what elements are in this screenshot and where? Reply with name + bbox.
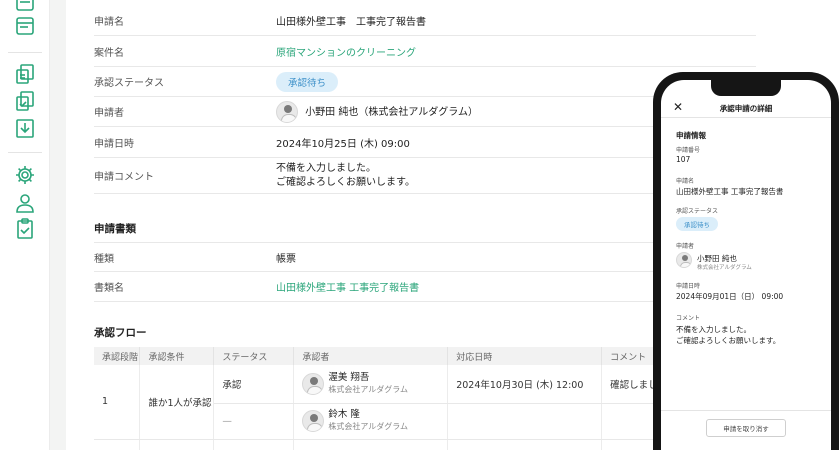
status-badge: 承認待ち	[276, 71, 339, 92]
phone-label: 申請番号	[676, 147, 701, 154]
column-header: ステータス	[213, 347, 295, 365]
table-row	[94, 439, 714, 450]
detail-label: 申請日時	[94, 138, 134, 150]
detail-label: 案件名	[94, 47, 124, 59]
documents-copy-icon[interactable]	[14, 63, 36, 85]
phone-label: コメント	[676, 315, 701, 322]
approver-name: 渥美 翔吾	[328, 371, 370, 383]
phone-label: 承認ステータス	[676, 208, 719, 215]
approver-cell: 渥美 翔吾 株式会社アルダグラム	[293, 365, 449, 404]
download-icon[interactable]	[14, 117, 36, 139]
documents-title: 申請書類	[94, 223, 136, 235]
phone-footer: 申請を取り消す	[661, 410, 831, 450]
application-name: 山田様外壁工事 工事完了報告書	[276, 17, 426, 28]
phone-comment-line: ご確認よろしくお願いします。	[676, 336, 781, 345]
detail-label: 申請コメント	[94, 172, 154, 183]
table-row: 1 誰か1人が承認 承認 渥美 翔吾 株式会社アルダグラム 2024年10月30…	[94, 365, 714, 440]
detail-row-name: 申請名 山田様外壁工事 工事完了報告書	[94, 6, 756, 36]
approver-name: 鈴木 隆	[328, 409, 360, 420]
datetime-cell	[447, 403, 603, 440]
approval-flow-table: 承認段階 承認条件 ステータス 承認者 対応日時 コメント 1 誰か1人が承認 …	[94, 347, 714, 450]
column-header: 対応日時	[447, 347, 603, 365]
user-icon[interactable]	[14, 192, 36, 214]
datetime-cell: 2024年10月30日 (木) 12:00	[447, 365, 603, 404]
flow-title: 承認フロー	[94, 327, 147, 339]
phone-title: 承認申請の詳細	[719, 104, 773, 113]
phone-screen: ✕ 承認申請の詳細 申請情報 申請番号 107 申請名 山田様外壁工事 工事完了…	[661, 80, 831, 450]
phone-date: 2024年09月01日（日） 09:00	[676, 292, 784, 301]
detail-label: 書類名	[94, 283, 124, 294]
detail-row-project: 案件名 原宿マンションのクリーニング	[94, 36, 756, 67]
project-link[interactable]: 原宿マンションのクリーニング	[276, 44, 756, 59]
detail-label: 申請名	[94, 17, 124, 28]
avatar	[302, 410, 325, 432]
phone-status-badge: 承認待ち	[676, 217, 718, 231]
phone-notch	[711, 80, 781, 96]
detail-label: 種類	[94, 253, 114, 265]
phone-comment-line: 不備を入力しました。	[676, 325, 751, 334]
status-cell: —	[213, 403, 295, 440]
status-cell: 承認	[213, 365, 295, 404]
documents-copy-icon[interactable]	[14, 90, 36, 112]
phone-number: 107	[676, 155, 691, 164]
cancel-application-button[interactable]: 申請を取り消す	[706, 419, 786, 437]
phone-label: 申請者	[676, 243, 695, 250]
document-icon[interactable]	[14, 15, 36, 37]
phone-label: 申請日時	[676, 283, 701, 290]
phone-header: ✕ 承認申請の詳細	[661, 98, 831, 118]
phone-mockup: ✕ 承認申請の詳細 申請情報 申請番号 107 申請名 山田様外壁工事 工事完了…	[653, 72, 839, 450]
side-rail	[0, 0, 50, 450]
avatar	[276, 100, 298, 123]
detail-label: 申請者	[94, 108, 124, 119]
column-header: 承認条件	[139, 347, 215, 365]
column-header: 承認段階	[94, 347, 141, 365]
detail-label: 承認ステータス	[94, 78, 164, 89]
gear-icon[interactable]	[14, 164, 36, 186]
phone-label: 申請名	[676, 178, 695, 185]
condition-cell: 誰か1人が承認	[139, 365, 215, 440]
column-header: 承認者	[293, 347, 449, 365]
clipboard-check-icon[interactable]	[14, 218, 36, 240]
phone-section-title: 申請情報	[676, 131, 706, 140]
list-icon[interactable]	[14, 0, 36, 14]
approver-cell: 鈴木 隆 株式会社アルダグラム	[293, 403, 449, 440]
phone-applicant-company: 株式会社アルダグラム	[697, 265, 752, 271]
stage-cell: 1	[94, 365, 141, 440]
phone-application-name: 山田様外壁工事 工事完了報告書	[676, 187, 784, 196]
applicant-name: 小野田 純也（株式会社アルダグラム）	[305, 106, 478, 118]
approver-company: 株式会社アルダグラム	[328, 422, 409, 431]
approver-company: 株式会社アルダグラム	[328, 384, 409, 394]
avatar	[676, 252, 692, 268]
avatar	[302, 372, 325, 395]
